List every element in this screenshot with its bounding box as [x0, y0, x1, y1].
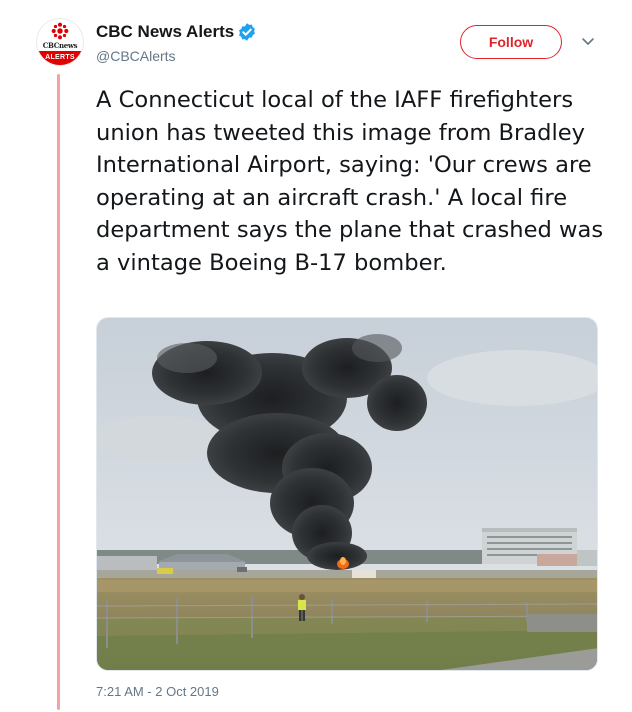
tweet-timestamp[interactable]: 7:21 AM - 2 Oct 2019 [96, 684, 219, 699]
cbc-gem-logo [51, 22, 69, 40]
avatar-brand: CBCnews [42, 41, 78, 50]
chevron-down-icon[interactable] [580, 36, 596, 48]
avatar-badge: ALERTS [37, 51, 83, 65]
verified-badge-icon [239, 23, 255, 41]
tweet-photo[interactable] [96, 317, 598, 671]
follow-button[interactable]: Follow [460, 25, 562, 59]
tweet-text: A Connecticut local of the IAFF firefigh… [96, 87, 604, 276]
display-name[interactable]: CBC News Alerts [96, 22, 234, 42]
thread-line [57, 74, 60, 710]
account-handle[interactable]: @CBCAlerts [96, 48, 176, 64]
avatar[interactable]: CBCnews ALERTS [36, 18, 84, 66]
crash-scene-image [97, 318, 597, 670]
